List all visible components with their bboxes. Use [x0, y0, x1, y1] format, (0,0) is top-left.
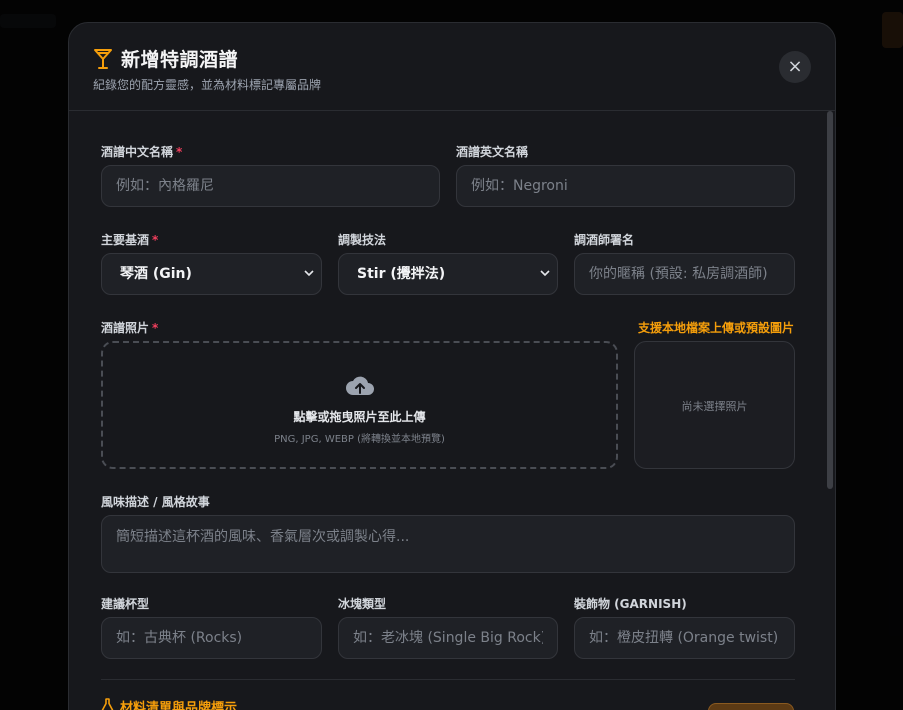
dropzone-sub-text: PNG, JPG, WEBP (將轉換並本地預覽) [274, 434, 445, 445]
photo-label: 酒譜照片 * [101, 319, 158, 336]
dropzone-main-text: 點擊或拖曳照片至此上傳 [293, 410, 426, 424]
base-spirit-select[interactable]: 琴酒 (Gin) [101, 253, 322, 295]
name-en-input[interactable] [456, 165, 795, 207]
ice-input[interactable] [338, 617, 558, 659]
modal-subtitle: 紀錄您的配方靈感，並為材料標記專屬品牌 [93, 78, 322, 92]
garnish-input[interactable] [574, 617, 795, 659]
ingredients-section-title: 材料清單與品牌標示 [101, 697, 237, 710]
photo-dropzone[interactable]: 點擊或拖曳照片至此上傳 PNG, JPG, WEBP (將轉換並本地預覽) [101, 341, 618, 469]
bartender-input[interactable] [574, 253, 795, 295]
required-mark: * [152, 321, 159, 335]
ingredients-section-title-text: 材料清單與品牌標示 [120, 701, 238, 710]
name-zh-label: 酒譜中文名稱 * [101, 143, 182, 160]
name-zh-label-text: 酒譜中文名稱 [101, 145, 174, 159]
required-mark: * [176, 145, 183, 159]
close-button[interactable]: × [779, 51, 811, 83]
add-ingredient-button[interactable] [708, 703, 794, 710]
technique-select[interactable]: Stir (攪拌法) [338, 253, 558, 295]
ice-label: 冰塊類型 [338, 597, 387, 611]
required-mark: * [152, 233, 159, 247]
section-divider [101, 679, 795, 680]
description-textarea[interactable] [101, 515, 795, 573]
description-label: 風味描述 / 風格故事 [101, 495, 210, 509]
upload-hint: 支援本地檔案上傳或預設圖片 [637, 321, 794, 335]
base-spirit-label: 主要基酒 * [101, 231, 158, 248]
technique-label: 調製技法 [338, 233, 387, 247]
glass-input[interactable] [101, 617, 322, 659]
bartender-label: 調酒師署名 [574, 233, 635, 247]
flask-icon [101, 697, 114, 710]
scrollbar-thumb[interactable] [827, 111, 833, 489]
modal-header: 新增特調酒譜 紀錄您的配方靈感，並為材料標記專屬品牌 × [69, 23, 835, 111]
glass-label: 建議杯型 [101, 597, 150, 611]
base-spirit-label-text: 主要基酒 [101, 233, 150, 247]
photo-label-text: 酒譜照片 [101, 321, 150, 335]
modal-title: 新增特調酒譜 [121, 49, 239, 71]
new-recipe-modal: 新增特調酒譜 紀錄您的配方靈感，並為材料標記專屬品牌 × 酒譜中文名稱* 酒譜英… [68, 22, 836, 710]
name-en-label: 酒譜英文名稱 [456, 145, 529, 159]
name-zh-input[interactable] [101, 165, 440, 207]
technique-select-wrap: Stir (攪拌法) [338, 253, 558, 295]
cloud-upload-icon [344, 373, 376, 397]
cocktail-glass-icon [93, 48, 113, 70]
garnish-label: 裝飾物 (GARNISH) [574, 597, 687, 611]
base-spirit-select-wrap: 琴酒 (Gin) [101, 253, 322, 295]
modal-body: 酒譜中文名稱* 酒譜英文名稱 主要基酒* 琴酒 (Gin) 調製技法 Stir … [69, 111, 835, 710]
photo-preview: 尚未選擇照片 [634, 341, 795, 469]
preview-empty-text: 尚未選擇照片 [681, 400, 748, 413]
modal-scrollbar[interactable] [825, 111, 835, 710]
